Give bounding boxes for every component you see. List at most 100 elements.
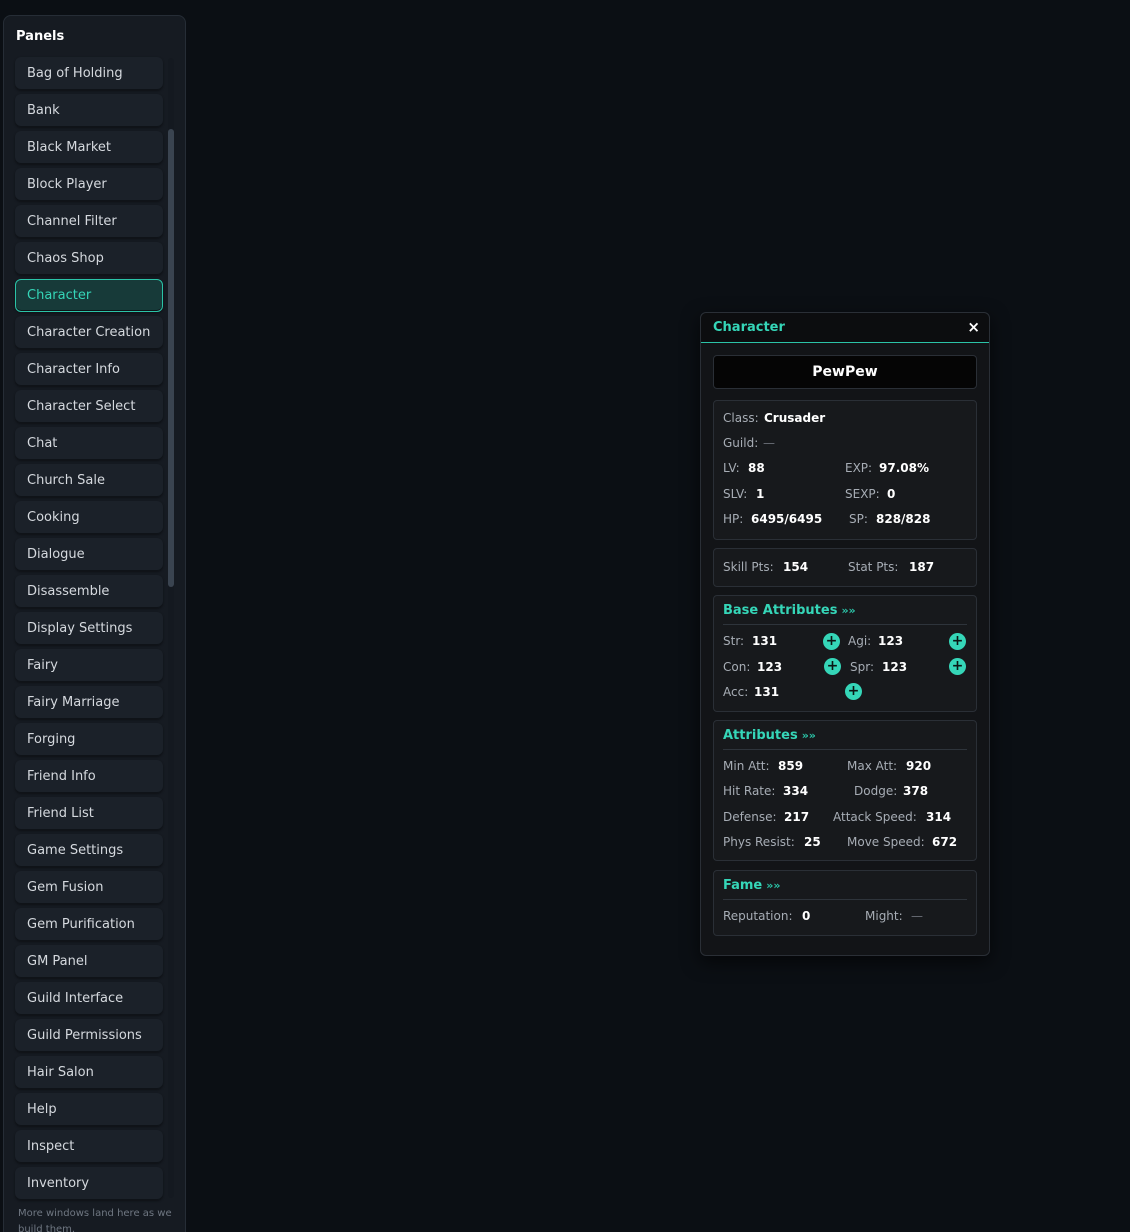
sidebar-list: Bag of Holding Bank Black Market Block Play… — [15, 57, 163, 1204]
add-con-button[interactable]: + — [824, 658, 841, 675]
sp-label: SP: — [849, 512, 868, 526]
class-label: Class: — [723, 411, 759, 425]
sidebar-footer-note: More windows land here as we build them. — [18, 1208, 172, 1232]
sidebar-item-character[interactable]: Character — [15, 279, 163, 312]
base-attributes-header[interactable]: Base Attributes»» — [723, 603, 856, 618]
sidebar-item-character-creation[interactable]: Character Creation — [15, 316, 163, 349]
defense-label: Defense: — [723, 810, 777, 824]
section-divider — [723, 749, 967, 750]
sidebar-item-help[interactable]: Help — [15, 1093, 163, 1126]
attack-speed-label: Attack Speed: — [833, 810, 917, 824]
skill-points-label: Skill Pts: — [723, 560, 774, 574]
sidebar-item-bank[interactable]: Bank — [15, 94, 163, 127]
dodge-label: Dodge: — [854, 784, 898, 798]
sp-value: 828/828 — [876, 512, 931, 526]
close-icon[interactable]: × — [967, 318, 980, 336]
base-attributes-title: Base Attributes — [723, 603, 838, 618]
sidebar-item-friend-info[interactable]: Friend Info — [15, 760, 163, 793]
sidebar-item-cooking[interactable]: Cooking — [15, 501, 163, 534]
hp-label: HP: — [723, 512, 744, 526]
move-speed-value: 672 — [932, 835, 958, 849]
max-att-label: Max Att: — [847, 759, 898, 773]
move-speed-label: Move Speed: — [847, 835, 925, 849]
window-title: Character — [713, 320, 785, 335]
character-name: PewPew — [713, 355, 977, 389]
stat-points-label: Stat Pts: — [848, 560, 899, 574]
phys-resist-label: Phys Resist: — [723, 835, 795, 849]
lv-value: 88 — [748, 461, 765, 475]
guild-value: — — [763, 436, 775, 450]
agi-value: 123 — [878, 634, 904, 648]
hp-value: 6495/6495 — [751, 512, 823, 526]
fame-header[interactable]: Fame»» — [723, 878, 780, 893]
sidebar-item-disassemble[interactable]: Disassemble — [15, 575, 163, 608]
add-agi-button[interactable]: + — [949, 633, 966, 650]
defense-value: 217 — [784, 810, 810, 824]
add-spr-button[interactable]: + — [949, 658, 966, 675]
sidebar-item-bag-of-holding[interactable]: Bag of Holding — [15, 57, 163, 90]
sexp-label: SEXP: — [845, 487, 880, 501]
str-value: 131 — [752, 634, 778, 648]
sidebar-item-character-select[interactable]: Character Select — [15, 390, 163, 423]
sidebar-scrollbar-thumb[interactable] — [168, 129, 174, 587]
stat-points-value: 187 — [909, 560, 935, 574]
hit-rate-value: 334 — [783, 784, 809, 798]
sidebar-item-hair-salon[interactable]: Hair Salon — [15, 1056, 163, 1089]
str-label: Str: — [723, 634, 745, 648]
sidebar-item-chaos-shop[interactable]: Chaos Shop — [15, 242, 163, 275]
sidebar-item-guild-interface[interactable]: Guild Interface — [15, 982, 163, 1015]
exp-value: 97.08% — [879, 461, 929, 475]
sidebar-item-block-player[interactable]: Block Player — [15, 168, 163, 201]
spr-value: 123 — [882, 660, 908, 674]
spr-label: Spr: — [850, 660, 874, 674]
min-att-label: Min Att: — [723, 759, 770, 773]
sidebar-item-forging[interactable]: Forging — [15, 723, 163, 756]
attributes-header[interactable]: Attributes»» — [723, 728, 816, 743]
sidebar-item-channel-filter[interactable]: Channel Filter — [15, 205, 163, 238]
info-panel: Class: Crusader Guild: — LV: 88 EXP: 97.… — [713, 400, 977, 540]
add-str-button[interactable]: + — [823, 633, 840, 650]
sidebar-item-church-sale[interactable]: Church Sale — [15, 464, 163, 497]
sidebar-item-gem-fusion[interactable]: Gem Fusion — [15, 871, 163, 904]
sidebar-item-inventory[interactable]: Inventory — [15, 1167, 163, 1200]
sidebar-item-character-info[interactable]: Character Info — [15, 353, 163, 386]
sidebar-item-friend-list[interactable]: Friend List — [15, 797, 163, 830]
reputation-value: 0 — [802, 909, 811, 923]
guild-label: Guild: — [723, 436, 759, 450]
might-label: Might: — [865, 909, 903, 923]
phys-resist-value: 25 — [804, 835, 821, 849]
character-window: Character × PewPew Class: Crusader Guild… — [700, 312, 990, 956]
sidebar-item-fairy[interactable]: Fairy — [15, 649, 163, 682]
sidebar-item-game-settings[interactable]: Game Settings — [15, 834, 163, 867]
sidebar-item-gm-panel[interactable]: GM Panel — [15, 945, 163, 978]
max-att-value: 920 — [906, 759, 932, 773]
class-value: Crusader — [764, 411, 826, 425]
sidebar-item-gem-purification[interactable]: Gem Purification — [15, 908, 163, 941]
fame-title: Fame — [723, 878, 763, 893]
sidebar-item-black-market[interactable]: Black Market — [15, 131, 163, 164]
sidebar-item-inspect[interactable]: Inspect — [15, 1130, 163, 1163]
window-header[interactable]: Character × — [701, 313, 989, 343]
sidebar-item-display-settings[interactable]: Display Settings — [15, 612, 163, 645]
acc-value: 131 — [754, 685, 780, 699]
sidebar-item-guild-permissions[interactable]: Guild Permissions — [15, 1019, 163, 1052]
points-panel: Skill Pts: 154 Stat Pts: 187 — [713, 548, 977, 587]
reputation-label: Reputation: — [723, 909, 793, 923]
sidebar-title: Panels — [16, 29, 65, 44]
might-value: — — [911, 909, 923, 923]
chevron-right-icon: »» — [841, 604, 856, 617]
add-acc-button[interactable]: + — [845, 683, 862, 700]
fame-panel: Fame»» Reputation: 0 Might: — — [713, 870, 977, 936]
sidebar-item-chat[interactable]: Chat — [15, 427, 163, 460]
con-value: 123 — [757, 660, 783, 674]
sidebar-item-dialogue[interactable]: Dialogue — [15, 538, 163, 571]
slv-value: 1 — [756, 487, 765, 501]
min-att-value: 859 — [778, 759, 804, 773]
sexp-value: 0 — [887, 487, 896, 501]
con-label: Con: — [723, 660, 751, 674]
exp-label: EXP: — [845, 461, 873, 475]
section-divider — [723, 624, 967, 625]
chevron-right-icon: »» — [766, 879, 781, 892]
sidebar-item-fairy-marriage[interactable]: Fairy Marriage — [15, 686, 163, 719]
skill-points-value: 154 — [783, 560, 809, 574]
